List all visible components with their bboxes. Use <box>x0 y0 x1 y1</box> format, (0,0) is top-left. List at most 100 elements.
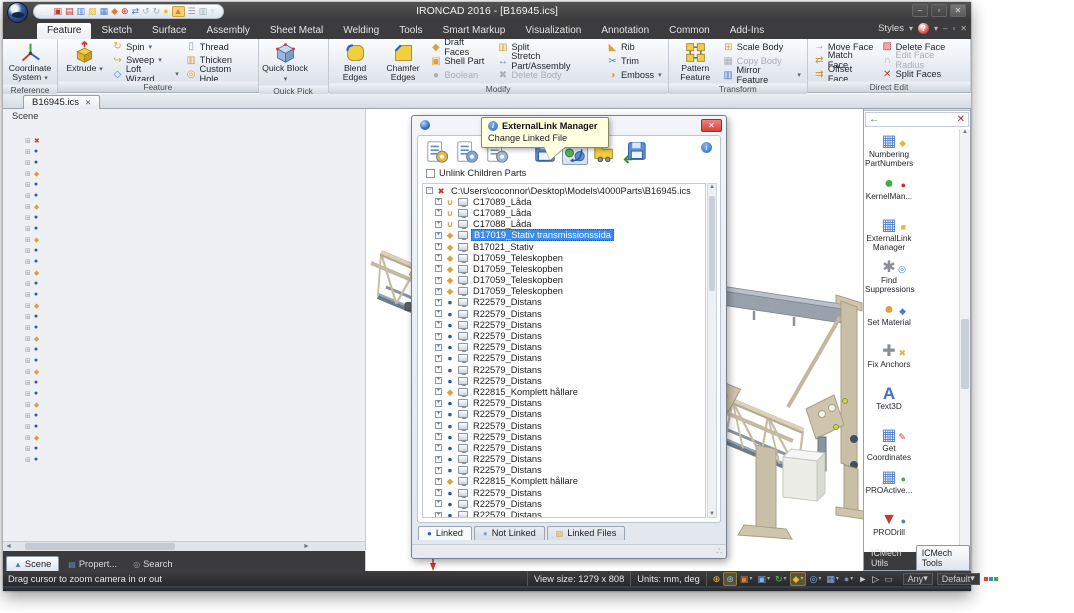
statusbar-perspective-icon[interactable]: ◆▾ <box>790 572 807 586</box>
catalog-scrollbar[interactable]: ▲ ▼ <box>959 129 970 552</box>
scene-tree-item[interactable]: ⊞● <box>25 190 47 201</box>
checkbox-icon[interactable] <box>426 169 435 178</box>
statusbar-zoom-in-icon[interactable]: ⊕ <box>711 573 723 585</box>
expander-icon[interactable]: + <box>435 333 442 340</box>
styles-menu[interactable]: Styles <box>878 23 904 34</box>
extrude-button[interactable]: Extrude ▾ <box>61 40 108 81</box>
expander-icon[interactable]: + <box>435 355 442 362</box>
coordinate-system-button[interactable]: Coordinate System ▾ <box>6 40 54 84</box>
scroll-left-icon[interactable]: ◄ <box>5 543 12 551</box>
catalog-item-kernelman[interactable]: ●●KernelMan... <box>865 172 913 214</box>
catalog-item-fix-anchors[interactable]: ✚✖Fix Anchors <box>865 340 913 382</box>
expander-icon[interactable]: + <box>435 411 442 418</box>
back-arrow-icon[interactable]: ← <box>869 115 879 125</box>
tree-item[interactable]: +●R22579_Distans <box>423 353 705 364</box>
dialog-tab-linked-files[interactable]: ▨Linked Files <box>547 526 626 540</box>
tree-item[interactable]: +●R22579_Distans <box>423 330 705 341</box>
tree-item[interactable]: +●R22579_Distans <box>423 431 705 442</box>
expander-icon[interactable]: + <box>435 254 442 261</box>
ribbon-tab-annotation[interactable]: Annotation <box>591 23 659 39</box>
statusbar-zoom-window-icon[interactable]: ⊕ <box>723 572 737 586</box>
catalog-tab-icmech-tools[interactable]: ICMech Tools <box>916 545 970 570</box>
statusbar-multi-view-icon[interactable]: ▦▾ <box>824 573 841 585</box>
scene-tree-item[interactable]: ⊞● <box>25 322 47 333</box>
help-caret-icon[interactable]: ▾ <box>934 24 938 33</box>
scene-tab-search[interactable]: ◎Search <box>126 557 179 571</box>
scrollbar-thumb[interactable] <box>709 196 715 291</box>
scene-tree-item[interactable]: ⊞◆ <box>25 234 47 245</box>
expander-icon[interactable]: + <box>435 232 442 239</box>
ribbon-tab-sketch[interactable]: Sketch <box>91 23 142 39</box>
tree-item[interactable]: +◆D17059_Teleskopben <box>423 252 705 263</box>
expander-icon[interactable]: + <box>435 388 442 395</box>
expander-icon[interactable]: + <box>435 489 442 496</box>
minimize-icon[interactable]: – <box>912 4 928 17</box>
expander-icon[interactable]: + <box>435 478 442 485</box>
dialog-tab-not-linked[interactable]: ●Not Linked <box>474 526 545 540</box>
scene-tree-item[interactable]: ⊞● <box>25 289 47 300</box>
scene-tree-item[interactable]: ⊞● <box>25 377 47 388</box>
document-tab[interactable]: B16945.ics ✕ <box>23 95 100 109</box>
catalog-item-set-material[interactable]: ●◆Set Material <box>865 298 913 340</box>
scene-tab-scene[interactable]: ▲Scene <box>6 556 59 571</box>
thread-button[interactable]: ▯Thread <box>183 40 255 53</box>
scene-tree-item[interactable]: ⊞● <box>25 212 47 223</box>
tree-item[interactable]: +◆R22815_Komplett hållare <box>423 386 705 397</box>
scroll-down-icon[interactable]: ▼ <box>708 511 716 517</box>
scene-tree-item[interactable]: ⊞● <box>25 179 47 190</box>
scrollbar-thumb[interactable] <box>25 543 175 550</box>
rib-button[interactable]: ◣Rib <box>604 41 665 54</box>
scene-tree-item[interactable]: ⊞● <box>25 146 47 157</box>
ribbon-tab-surface[interactable]: Surface <box>142 23 196 39</box>
catalog-item-get-coordinates[interactable]: ▦✎Get Coordinates <box>865 424 913 466</box>
ribbon-minimize-icon[interactable]: – <box>943 24 947 33</box>
expander-icon[interactable]: + <box>435 265 442 272</box>
dialog-tab-linked[interactable]: ●Linked <box>418 526 472 540</box>
expander-icon[interactable]: + <box>435 422 442 429</box>
quick-block-button[interactable]: Quick Block ▾ <box>262 40 310 85</box>
expander-icon[interactable]: + <box>435 288 442 295</box>
tree-item[interactable]: +●R22579_Distans <box>423 398 705 409</box>
scene-horizontal-scrollbar[interactable]: ◄ ► <box>3 541 365 551</box>
scene-tree-item[interactable]: ⊞◆ <box>25 267 47 278</box>
tree-item[interactable]: +◆B17019_Stativ transmissionssida <box>423 230 705 241</box>
custom-hole-button[interactable]: ◎Custom Hole <box>183 68 255 81</box>
scrollbar-thumb[interactable] <box>961 319 969 389</box>
ribbon-tab-add-ins[interactable]: Add-Ins <box>720 23 774 39</box>
catalog-item-numbering-partnumbers[interactable]: ▦◆Numbering PartNumbers <box>865 130 913 172</box>
scene-tree-item[interactable]: ⊞● <box>25 410 47 421</box>
expander-icon[interactable]: + <box>435 444 442 451</box>
info-icon[interactable]: i <box>701 142 712 153</box>
ribbon-tab-welding[interactable]: Welding <box>333 23 389 39</box>
shell-part-button[interactable]: ▣Shell Part <box>427 55 493 68</box>
scene-tree-item[interactable]: ⊞● <box>25 421 47 432</box>
statusbar-camera-icon[interactable]: ▣▾ <box>738 573 755 585</box>
tree-item[interactable]: −✖C:\Users\coconnor\Desktop\Models\4000P… <box>423 185 705 196</box>
ribbon-restore-icon[interactable]: ▫ <box>952 24 955 33</box>
resize-grip-icon[interactable]: ∴ <box>716 546 722 557</box>
edit-face-radius-button[interactable]: ∩Edit Face Radius <box>879 54 967 67</box>
statusbar-render-style-icon[interactable]: ▣▾ <box>755 573 772 585</box>
expander-icon[interactable]: + <box>435 277 442 284</box>
tree-item[interactable]: +●R22579_Distans <box>423 454 705 465</box>
linked-parts-tree[interactable]: −✖C:\Users\coconnor\Desktop\Models\4000P… <box>422 183 706 518</box>
tree-item[interactable]: +◆D17059_Teleskopben <box>423 263 705 274</box>
default-dropdown[interactable]: Default ▾ <box>937 573 980 585</box>
loft-wizard-button[interactable]: ◇Loft Wizard▾ <box>109 68 182 81</box>
scene-tree-item[interactable]: ⊞◆ <box>25 399 47 410</box>
ribbon-tab-assembly[interactable]: Assembly <box>197 23 260 39</box>
scroll-up-icon[interactable]: ▲ <box>960 129 970 135</box>
blend-edges-button[interactable]: Blend Edges <box>332 40 379 83</box>
update-all-links-button[interactable] <box>454 139 480 165</box>
scene-tree-item[interactable]: ⊞◆ <box>25 333 47 344</box>
unlink-children-checkbox[interactable]: Unlink Children Parts <box>426 168 526 178</box>
tree-item[interactable]: +●R22579_Distans <box>423 420 705 431</box>
ribbon-tab-feature[interactable]: Feature <box>37 23 91 39</box>
tree-item[interactable]: +◆D17059_Teleskopben <box>423 275 705 286</box>
tree-item[interactable]: +●R22579_Distans <box>423 319 705 330</box>
expander-icon[interactable]: − <box>426 187 433 194</box>
emboss-button[interactable]: ◑Emboss▾ <box>604 69 665 82</box>
scene-tree-item[interactable]: ⊞● <box>25 245 47 256</box>
tree-item[interactable]: +●R22579_Distans <box>423 409 705 420</box>
scene-tree-item[interactable]: ⊞● <box>25 443 47 454</box>
